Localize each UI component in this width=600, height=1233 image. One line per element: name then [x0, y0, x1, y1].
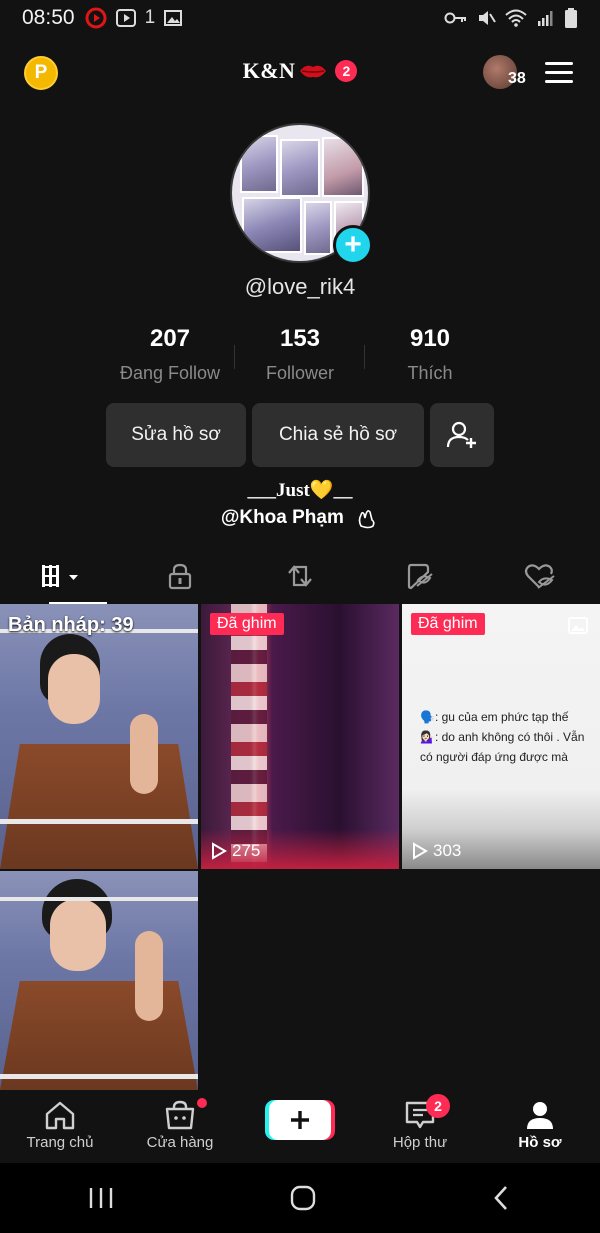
- top-bar: P K&N 2 38: [0, 50, 600, 96]
- nav-inbox[interactable]: 2 Hộp thư: [360, 1090, 480, 1162]
- tab-favorites[interactable]: [360, 548, 480, 604]
- view-count-value: 275: [232, 841, 261, 860]
- video-caption: 🗣️: gu của em phức tạp thế 💁🏻‍♀️: do anh…: [420, 707, 600, 767]
- photo-icon: [568, 617, 588, 634]
- stat-likes-value: 910: [409, 325, 451, 352]
- home-button-icon[interactable]: [288, 1183, 318, 1213]
- signal-icon: [538, 11, 553, 26]
- shop-notification-dot: [197, 1098, 207, 1108]
- pinned-badge: Đã ghim: [411, 613, 485, 635]
- stat-followers-label: Follower: [265, 363, 335, 383]
- stat-likes-label: Thích: [407, 363, 453, 383]
- video-tile-2[interactable]: Đã ghim 275: [201, 604, 399, 869]
- battery-icon: [565, 8, 577, 28]
- video-tile-3[interactable]: Đã ghim 🗣️: gu của em phức tạp thế 💁🏻‍♀️…: [402, 604, 600, 869]
- profile-stats: 207 Đang Follow 153 Follower 910 Thích: [105, 325, 495, 384]
- caption-line-2: 💁🏻‍♀️: do anh không có thôi . Vẫn có ngư…: [420, 730, 585, 764]
- stat-following[interactable]: 207 Đang Follow: [105, 325, 235, 384]
- stat-following-label: Đang Follow: [119, 363, 221, 383]
- profile-avatar-wrapper[interactable]: +: [230, 123, 373, 265]
- nav-create[interactable]: [240, 1090, 360, 1162]
- draft-video-tile[interactable]: Bản nháp: 39: [0, 604, 198, 869]
- hand-gesture-icon: [358, 510, 375, 529]
- story-avatar-count: 38: [508, 70, 526, 87]
- stat-likes[interactable]: 910 Thích: [365, 325, 495, 384]
- video-tile-4[interactable]: [0, 871, 198, 1090]
- content-tabs: [0, 548, 600, 604]
- edit-profile-button[interactable]: Sửa hồ sơ: [106, 403, 246, 467]
- nav-home-label: Trang chủ: [26, 1134, 94, 1151]
- youtube-music-icon: [85, 7, 107, 29]
- lips-icon: [300, 65, 327, 78]
- inbox-badge: 2: [426, 1094, 450, 1118]
- tab-private[interactable]: [120, 548, 240, 604]
- pinned-badge: Đã ghim: [210, 613, 284, 635]
- lock-icon: [168, 563, 192, 590]
- videos-grid-icon: [42, 565, 78, 587]
- tab-reposts[interactable]: [240, 548, 360, 604]
- title-notification-badge: 2: [335, 60, 358, 82]
- profile-icon: [527, 1102, 553, 1129]
- nav-profile[interactable]: Hồ sơ: [480, 1090, 600, 1162]
- nav-shop[interactable]: Cửa hàng: [120, 1090, 240, 1162]
- stat-followers[interactable]: 153 Follower: [235, 325, 365, 384]
- gallery-icon: [164, 10, 183, 26]
- mute-icon: [479, 11, 496, 25]
- add-friend-button[interactable]: [430, 403, 494, 467]
- view-count: 275: [211, 841, 260, 861]
- shopping-bag-icon: [165, 1100, 195, 1130]
- nav-shop-label: Cửa hàng: [146, 1134, 214, 1151]
- bookmark-hidden-icon: [407, 563, 433, 590]
- share-profile-button[interactable]: Chia sẻ hồ sơ: [252, 403, 424, 467]
- repost-icon: [288, 565, 312, 587]
- profile-username: @love_rik4: [244, 274, 356, 299]
- plus-icon: [291, 1111, 309, 1129]
- status-bar: 08:50 1: [0, 0, 600, 36]
- add-user-icon: [446, 421, 476, 448]
- key-icon: [444, 12, 466, 24]
- back-icon[interactable]: [490, 1183, 514, 1213]
- create-button[interactable]: [269, 1100, 331, 1140]
- tab-liked[interactable]: [480, 548, 600, 604]
- recent-apps-icon[interactable]: [86, 1185, 116, 1211]
- play-icon: [413, 842, 428, 860]
- home-icon: [45, 1101, 75, 1130]
- view-count-value: 303: [433, 841, 462, 860]
- bio-mention[interactable]: @Khoa Phạm: [221, 507, 344, 528]
- wifi-icon: [505, 9, 527, 27]
- page-title: K&N: [242, 58, 296, 83]
- nav-profile-label: Hồ sơ: [518, 1134, 562, 1151]
- system-nav-bar: [0, 1163, 600, 1233]
- notification-count: 1: [144, 7, 156, 28]
- add-photo-button[interactable]: +: [333, 225, 373, 265]
- nav-inbox-label: Hộp thư: [392, 1134, 448, 1151]
- draft-count-label: Bản nháp: 39: [8, 614, 134, 636]
- stat-followers-value: 153: [279, 325, 321, 352]
- nav-home[interactable]: Trang chủ: [0, 1090, 120, 1162]
- play-icon: [212, 842, 227, 860]
- bio-line-2: @Khoa Phạm: [0, 506, 600, 530]
- caption-line-1: 🗣️: gu của em phức tạp thế: [420, 710, 569, 724]
- bio-line-1: ___Just💛__: [247, 480, 353, 501]
- tab-videos[interactable]: [0, 548, 120, 604]
- menu-icon[interactable]: [545, 62, 573, 84]
- heart-hidden-icon: [524, 564, 555, 589]
- bottom-nav: Trang chủ Cửa hàng 2 Hộp thư Hồ sơ: [0, 1090, 600, 1162]
- view-count: 303: [412, 841, 461, 861]
- stat-following-value: 207: [149, 325, 191, 352]
- status-time: 08:50: [22, 6, 75, 29]
- youtube-icon: [115, 9, 136, 27]
